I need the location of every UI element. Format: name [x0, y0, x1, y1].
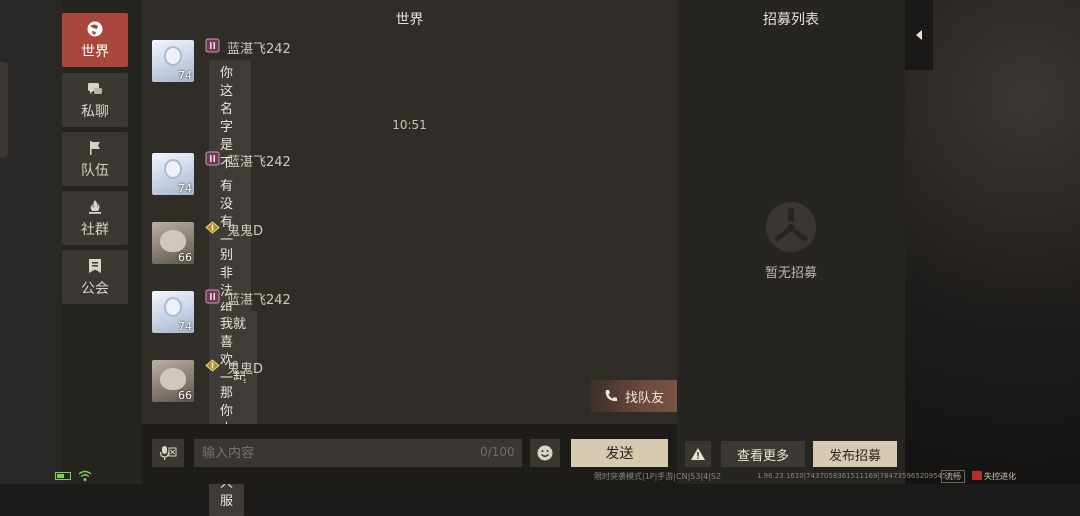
sidebar-item-label: 私聊 [81, 103, 109, 120]
publish-recruit-button[interactable]: 发布招募 [813, 441, 897, 467]
sidebar-item-label: 世界 [81, 43, 109, 60]
brand-label: 失控进化 [984, 472, 1016, 481]
recruit-title: 招募列表 [763, 12, 819, 28]
sidebar-item-label: 社群 [81, 221, 109, 238]
empty-recruit-text: 暂无招募 [764, 266, 817, 281]
rank-badge-icon [205, 289, 220, 304]
rank-badge-icon [205, 359, 220, 372]
avatar-level: 74 [178, 69, 192, 82]
chevron-left-icon [916, 30, 922, 40]
phone-icon [605, 390, 617, 402]
game-background-left [0, 0, 62, 484]
sidebar-item-team[interactable]: 队伍 [62, 132, 128, 186]
avatar[interactable]: 66 [152, 360, 194, 402]
view-more-button[interactable]: 查看更多 [721, 441, 805, 467]
username[interactable]: 蓝湛飞242 [227, 289, 291, 308]
globe-icon [87, 21, 103, 36]
channel-sidebar: 世界 私聊 队伍 社群 公会 [62, 0, 142, 484]
sidebar-item-world[interactable]: 世界 [62, 13, 128, 67]
rank-badge-icon [205, 151, 220, 166]
find-teammate-label: 找队友 [624, 390, 664, 406]
mic-muted-icon [159, 446, 177, 460]
campfire-icon [89, 199, 101, 214]
guild-banner-icon [89, 258, 101, 273]
battery-icon [55, 472, 71, 480]
network-status-badge: 流畅 [941, 470, 965, 483]
world-chat-panel: 世界 74 蓝湛飞242 你这名字是不是拿把汤姆逊追着 一个人? 10:51 7… [142, 0, 677, 516]
sidebar-item-guild[interactable]: 公会 [62, 250, 128, 304]
avatar[interactable]: 74 [152, 291, 194, 333]
voice-toggle-button[interactable] [152, 439, 184, 467]
brand-logo-icon [972, 471, 982, 480]
avatar[interactable]: 74 [152, 40, 194, 82]
rank-badge-icon [205, 38, 220, 53]
avatar[interactable]: 66 [152, 222, 194, 264]
game-brand: 失控进化 [972, 471, 1016, 482]
send-button[interactable]: 发送 [571, 439, 668, 467]
chat-bubbles-icon [88, 82, 102, 94]
game-background-right [905, 0, 1080, 484]
message-timestamp: 10:51 [392, 118, 427, 132]
collapse-panel-button[interactable] [905, 0, 933, 70]
username[interactable]: 鬼鬼D [227, 358, 263, 377]
sidebar-item-private-chat[interactable]: 私聊 [62, 73, 128, 127]
version-info: 1.96.23.1610|7437058361511169|7847359652… [757, 472, 951, 480]
avatar-level: 66 [178, 389, 192, 402]
status-bar: 限时突袭模式|1P|手游|CN|53|4|S2 1.96.23.1610|743… [0, 470, 1080, 484]
edge-handle[interactable] [0, 62, 8, 158]
rank-badge-icon [205, 221, 220, 234]
sidebar-item-community[interactable]: 社群 [62, 191, 128, 245]
avatar-level: 66 [178, 251, 192, 264]
game-mode-info: 限时突袭模式|1P|手游|CN|53|4|S2 [594, 472, 722, 481]
chat-text-input[interactable] [194, 439, 522, 467]
sidebar-item-label: 队伍 [81, 162, 109, 179]
smiley-icon [537, 445, 553, 461]
flag-icon [90, 140, 100, 155]
avatar-level: 74 [178, 182, 192, 195]
username[interactable]: 蓝湛飞242 [227, 38, 291, 57]
wifi-icon [78, 470, 92, 481]
username[interactable]: 鬼鬼D [227, 220, 263, 239]
find-teammate-button[interactable]: 找队友 [590, 380, 677, 412]
recruit-panel: 招募列表 暂无招募 查看更多 发布招募 [677, 0, 905, 484]
character-counter: 0/100 [480, 445, 515, 459]
empty-recruit-icon [766, 202, 816, 252]
avatar-level: 74 [178, 320, 192, 333]
warning-icon [691, 448, 705, 460]
chat-title: 世界 [395, 12, 424, 28]
emoji-button[interactable] [530, 439, 560, 467]
sidebar-item-label: 公会 [81, 280, 109, 297]
username[interactable]: 蓝湛飞242 [227, 151, 291, 170]
report-button[interactable] [685, 441, 711, 467]
avatar[interactable]: 74 [152, 153, 194, 195]
